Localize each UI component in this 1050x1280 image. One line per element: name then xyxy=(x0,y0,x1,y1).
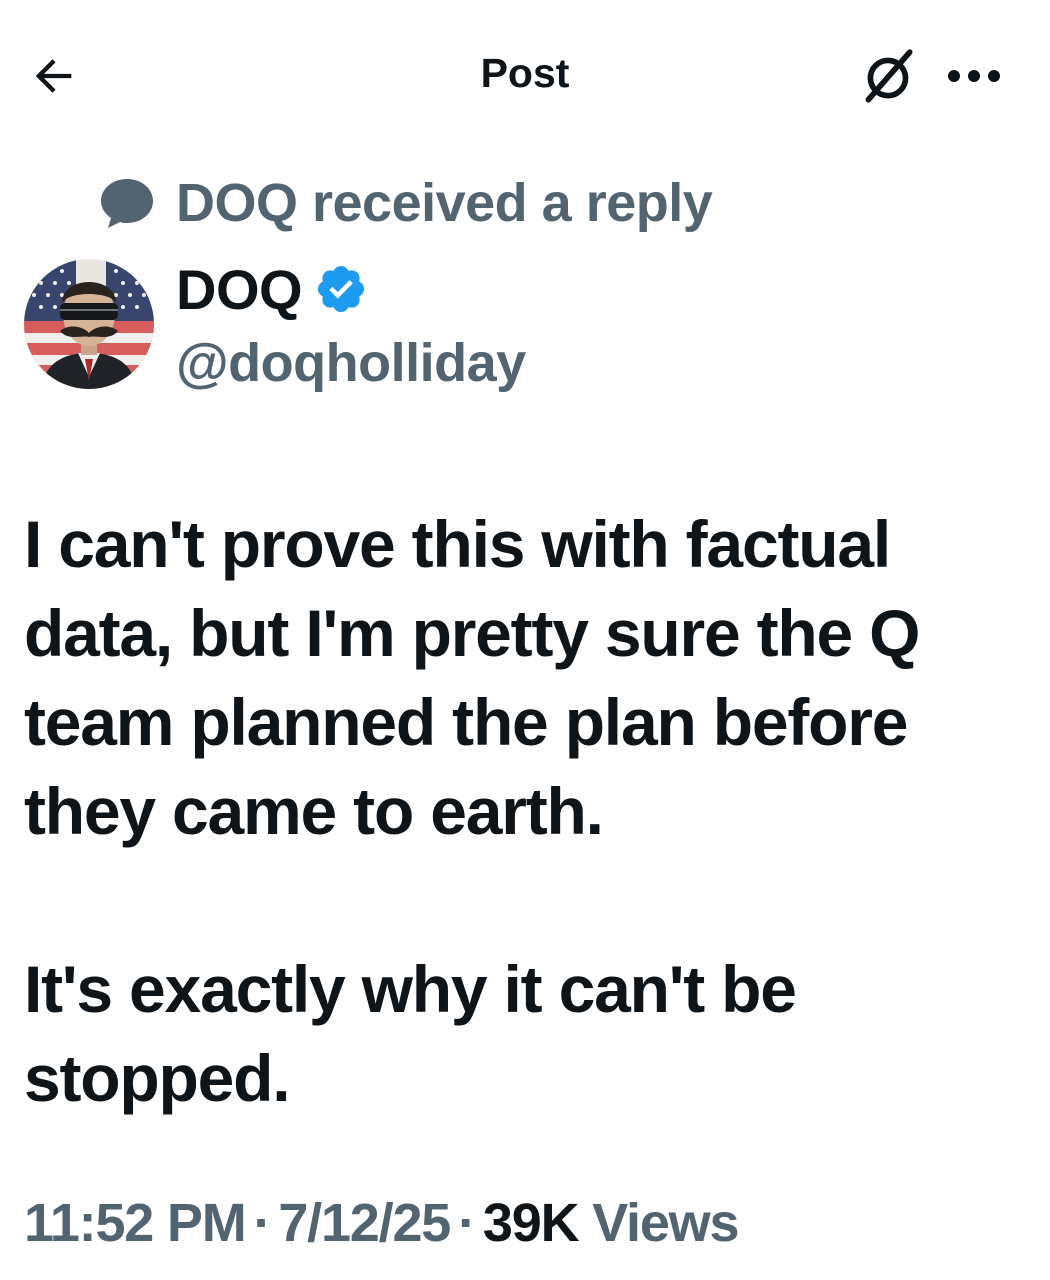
more-options-button[interactable] xyxy=(936,44,1012,108)
author-name-row[interactable]: DOQ xyxy=(176,256,368,322)
views-label: Views xyxy=(592,1193,739,1253)
top-bar: Post xyxy=(0,0,1050,150)
post-time[interactable]: 11:52 PM xyxy=(24,1193,247,1253)
post-paragraph: It's exactly why it can't be stopped. xyxy=(24,952,797,1115)
avatar[interactable] xyxy=(24,259,154,389)
post-date[interactable]: 7/12/25 xyxy=(278,1193,451,1253)
speech-bubble-icon xyxy=(98,174,156,232)
post-meta: 11:52 PM · 7/12/25 · 39K Views xyxy=(24,1192,740,1254)
social-context-text: DOQ received a reply xyxy=(176,173,713,233)
post-paragraph: I can't prove this with factual data, bu… xyxy=(24,507,921,848)
author-handle[interactable]: @doqholliday xyxy=(176,332,526,394)
display-name: DOQ xyxy=(176,257,303,321)
more-horizontal-icon xyxy=(948,70,1000,82)
post-text: I can't prove this with factual data, bu… xyxy=(24,500,1014,1123)
social-context[interactable]: DOQ received a reply xyxy=(98,168,713,238)
grok-icon xyxy=(865,49,913,103)
grok-button[interactable] xyxy=(852,40,926,114)
verified-badge-icon xyxy=(314,262,368,316)
views-count: 39K xyxy=(482,1193,580,1253)
meta-separator: · xyxy=(253,1193,272,1253)
meta-separator: · xyxy=(458,1193,476,1253)
